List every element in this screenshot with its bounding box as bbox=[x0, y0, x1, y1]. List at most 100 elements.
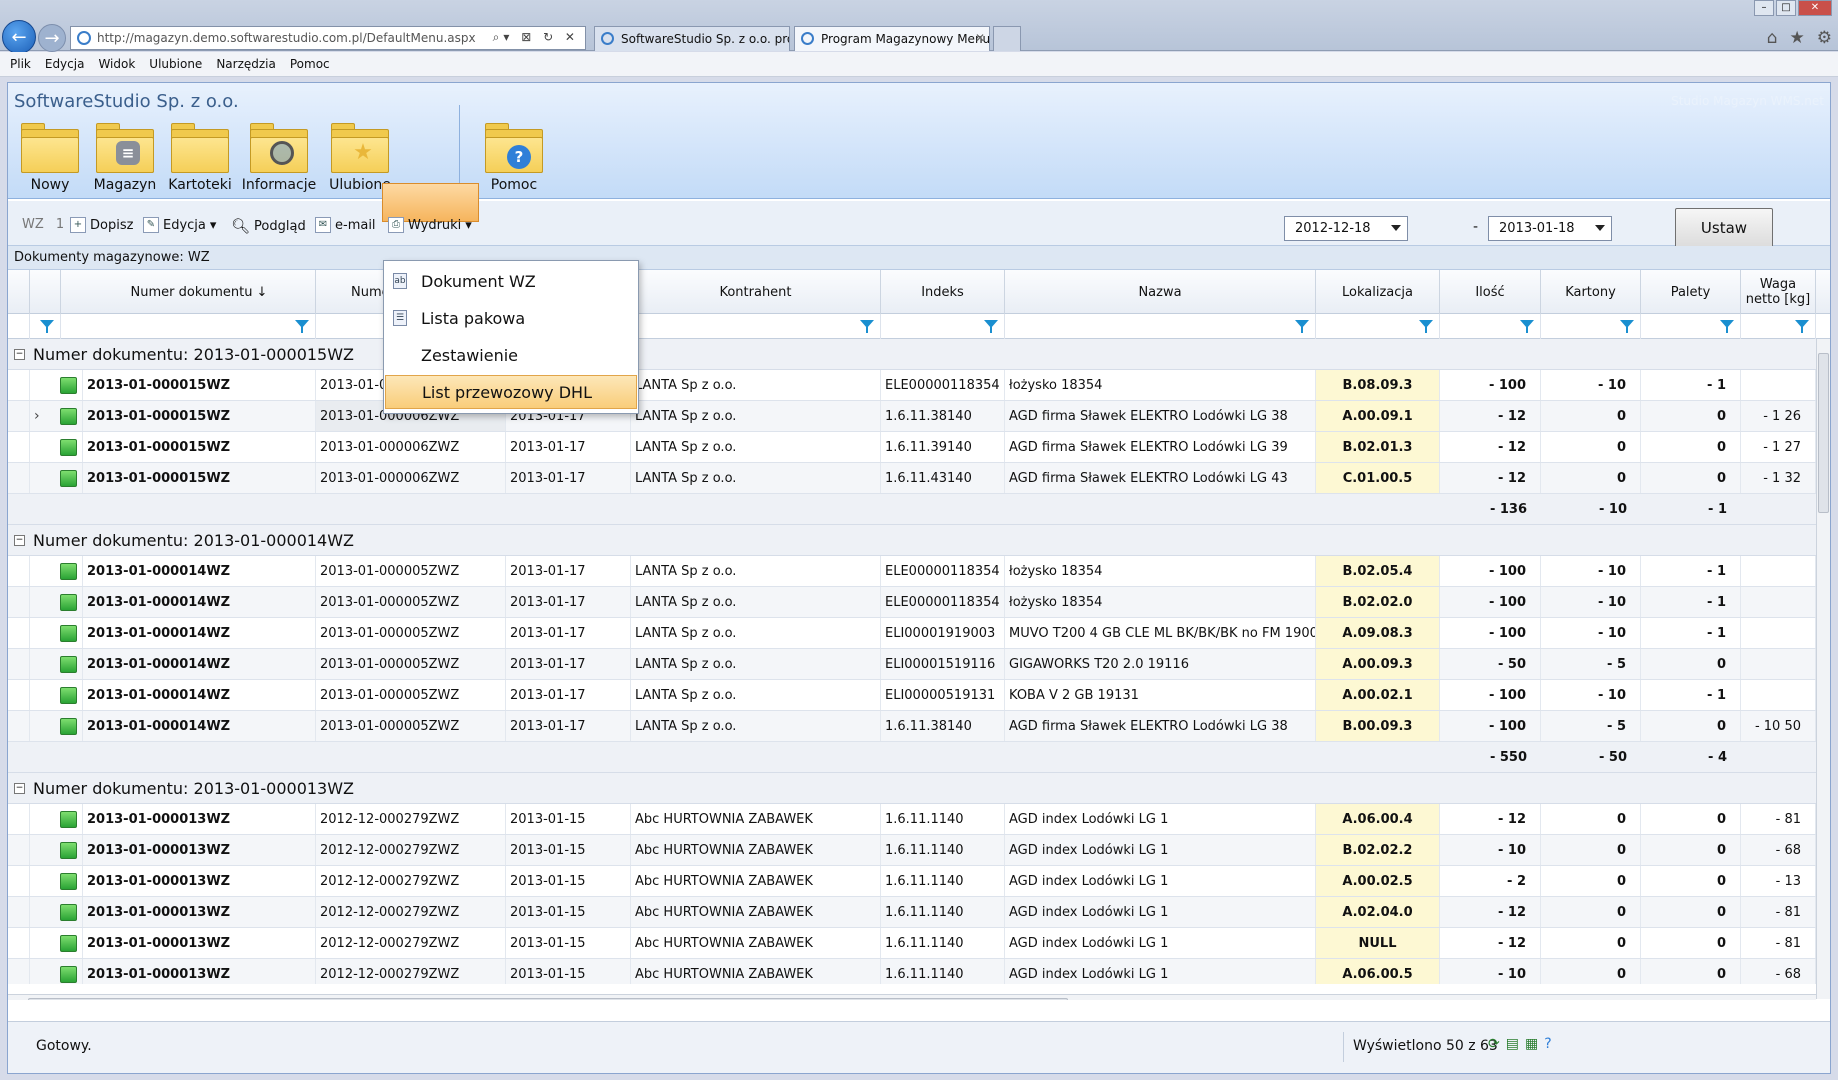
table-row[interactable]: 2013-01-000014WZ 2013-01-000005ZWZ 2013-01… bbox=[8, 556, 1816, 587]
table-row[interactable]: 2013-01-000013WZ 2012-12-000279ZWZ 2013-01… bbox=[8, 866, 1816, 897]
table-row[interactable]: 2013-01-000013WZ 2012-12-000279ZWZ 2013-01… bbox=[8, 897, 1816, 928]
status-checkbox[interactable] bbox=[60, 935, 77, 952]
table-row[interactable]: 2013-01-000014WZ 2013-01-000005ZWZ 2013-01… bbox=[8, 711, 1816, 742]
ribbon-nowy[interactable]: Nowy bbox=[8, 123, 92, 195]
scroll-thumb[interactable] bbox=[28, 998, 1068, 1000]
filter-icon[interactable] bbox=[295, 320, 309, 333]
help-icon[interactable]: ? bbox=[1544, 1036, 1551, 1052]
status-checkbox[interactable] bbox=[60, 470, 77, 487]
ustaw-button[interactable]: Ustaw bbox=[1675, 208, 1773, 248]
status-checkbox[interactable] bbox=[60, 594, 77, 611]
ribbon-kartoteki[interactable]: Kartoteki bbox=[158, 123, 242, 195]
filter-icon[interactable] bbox=[40, 320, 54, 333]
status-checkbox[interactable] bbox=[60, 966, 77, 983]
close-icon[interactable]: ✕ bbox=[975, 31, 985, 45]
column-header[interactable]: Numer dokumentu ↓ bbox=[83, 270, 316, 314]
menu-widok[interactable]: Widok bbox=[98, 57, 135, 71]
ribbon-informacje[interactable]: Informacje bbox=[237, 123, 321, 195]
home-icon[interactable]: ⌂ bbox=[1767, 28, 1778, 48]
filter-cell[interactable] bbox=[1316, 314, 1440, 339]
gear-icon[interactable]: ⚙ bbox=[1817, 28, 1832, 48]
filter-cell[interactable] bbox=[1005, 314, 1316, 339]
close-window-icon[interactable]: ✕ bbox=[1798, 0, 1832, 16]
filter-cell[interactable] bbox=[881, 314, 1005, 339]
menu-pomoc[interactable]: Pomoc bbox=[290, 57, 330, 71]
star-icon[interactable]: ★ bbox=[1790, 28, 1805, 48]
refresh-icon[interactable]: ⟳ bbox=[1488, 1036, 1500, 1052]
menu-item-lista-pakowa[interactable]: ☰ Lista pakowa bbox=[385, 301, 637, 335]
table-row[interactable]: 2013-01-000014WZ 2013-01-000005ZWZ 2013-01… bbox=[8, 587, 1816, 618]
menu-narzedzia[interactable]: Narzędzia bbox=[216, 57, 276, 71]
filter-icon[interactable] bbox=[1295, 320, 1309, 333]
edycja-button[interactable]: ✎ Edycja ▾ bbox=[143, 217, 216, 233]
table-row[interactable]: 2013-01-000015WZ 2013-01-000006ZWZ 2013-01… bbox=[8, 432, 1816, 463]
menu-item-dokument-wz[interactable]: ab Dokument WZ bbox=[385, 264, 637, 298]
dopisz-button[interactable]: + Dopisz bbox=[70, 217, 133, 233]
status-checkbox[interactable] bbox=[60, 842, 77, 859]
status-checkbox[interactable] bbox=[60, 408, 77, 425]
filter-icon[interactable] bbox=[860, 320, 874, 333]
tab-program-magazynowy[interactable]: Program Magazynowy Menu ✕ bbox=[794, 26, 990, 51]
filter-icon[interactable] bbox=[1795, 320, 1809, 333]
forward-button[interactable]: → bbox=[38, 24, 66, 52]
menu-item-zestawienie[interactable]: Zestawienie bbox=[385, 338, 637, 372]
table-row[interactable]: 2013-01-000014WZ 2013-01-000005ZWZ 2013-01… bbox=[8, 649, 1816, 680]
filter-cell[interactable] bbox=[1440, 314, 1541, 339]
table-row[interactable]: 2013-01-000013WZ 2012-12-000279ZWZ 2013-01… bbox=[8, 835, 1816, 866]
filter-icon[interactable] bbox=[1620, 320, 1634, 333]
filter-icon[interactable] bbox=[1720, 320, 1734, 333]
group-row[interactable]: − Numer dokumentu: 2013-01-000015WZ bbox=[8, 339, 1816, 370]
date-from-select[interactable]: 2012-12-18 bbox=[1284, 216, 1408, 241]
status-checkbox[interactable] bbox=[60, 811, 77, 828]
menu-plik[interactable]: Plik bbox=[10, 57, 31, 71]
export-icon[interactable]: ▤ bbox=[1506, 1036, 1519, 1052]
table-row[interactable]: 2013-01-000013WZ 2012-12-000279ZWZ 2013-01… bbox=[8, 959, 1816, 984]
status-checkbox[interactable] bbox=[60, 563, 77, 580]
status-checkbox[interactable] bbox=[60, 687, 77, 704]
collapse-icon[interactable]: − bbox=[14, 782, 25, 794]
status-checkbox[interactable] bbox=[60, 904, 77, 921]
address-bar[interactable]: http://magazyn.demo.softwarestudio.com.p… bbox=[70, 26, 586, 50]
table-row[interactable]: 2013-01-000015WZ 2013-01-000006ZWZ 2013-01… bbox=[8, 463, 1816, 494]
maximize-icon[interactable]: □ bbox=[1776, 0, 1796, 16]
status-checkbox[interactable] bbox=[60, 873, 77, 890]
back-button[interactable]: ← bbox=[2, 20, 36, 54]
filter-icon[interactable] bbox=[1520, 320, 1534, 333]
collapse-icon[interactable]: − bbox=[14, 534, 25, 546]
column-header[interactable]: Kartony bbox=[1541, 270, 1641, 314]
filter-icon[interactable] bbox=[1419, 320, 1433, 333]
menu-item-list-przewozowy-dhl[interactable]: List przewozowy DHL bbox=[385, 375, 637, 409]
table-row[interactable]: 2013-01-000013WZ 2012-12-000279ZWZ 2013-01… bbox=[8, 804, 1816, 835]
menu-edycja[interactable]: Edycja bbox=[45, 57, 85, 71]
filter-cell[interactable] bbox=[1641, 314, 1741, 339]
scroll-thumb[interactable] bbox=[1818, 353, 1829, 513]
status-checkbox[interactable] bbox=[60, 718, 77, 735]
settings-icon[interactable]: ▦ bbox=[1525, 1036, 1538, 1052]
column-header[interactable]: Nazwa bbox=[1005, 270, 1316, 314]
filter-icon[interactable] bbox=[984, 320, 998, 333]
podglad-button[interactable]: 🔍︎ Podgląd bbox=[231, 217, 306, 235]
table-row[interactable]: 2013-01-000015WZ 2013-01-00 LANTA Sp z o.o… bbox=[8, 370, 1816, 401]
column-header[interactable]: Ilość bbox=[1440, 270, 1541, 314]
table-row[interactable]: › 2013-01-000015WZ 2013-01-000006ZWZ 2013-0… bbox=[8, 401, 1816, 432]
ribbon-magazyn[interactable]: ≡ Magazyn bbox=[83, 123, 167, 195]
email-button[interactable]: ✉ e-mail bbox=[315, 217, 376, 233]
table-row[interactable]: 2013-01-000014WZ 2013-01-000005ZWZ 2013-01… bbox=[8, 618, 1816, 649]
table-row[interactable]: 2013-01-000014WZ 2013-01-000005ZWZ 2013-01… bbox=[8, 680, 1816, 711]
ribbon-pomoc[interactable]: ? Pomoc bbox=[472, 123, 556, 195]
filter-cell[interactable] bbox=[83, 314, 316, 339]
filter-cell[interactable] bbox=[1741, 314, 1816, 339]
filter-cell[interactable] bbox=[631, 314, 881, 339]
url-tools-icon[interactable]: ⌕▾ ⊠ ↻ ✕ bbox=[493, 30, 579, 45]
status-checkbox[interactable] bbox=[60, 625, 77, 642]
table-row[interactable]: 2013-01-000013WZ 2012-12-000279ZWZ 2013-01… bbox=[8, 928, 1816, 959]
horizontal-scrollbar[interactable] bbox=[8, 994, 1816, 1000]
status-checkbox[interactable] bbox=[60, 377, 77, 394]
status-checkbox[interactable] bbox=[60, 439, 77, 456]
menu-ulubione[interactable]: Ulubione bbox=[149, 57, 202, 71]
vertical-scrollbar[interactable] bbox=[1816, 339, 1830, 999]
group-row[interactable]: − Numer dokumentu: 2013-01-000014WZ bbox=[8, 525, 1816, 556]
status-checkbox[interactable] bbox=[60, 656, 77, 673]
wydruki-button[interactable]: ⎙ Wydruki ▾ bbox=[388, 217, 472, 233]
group-row[interactable]: − Numer dokumentu: 2013-01-000013WZ bbox=[8, 773, 1816, 804]
